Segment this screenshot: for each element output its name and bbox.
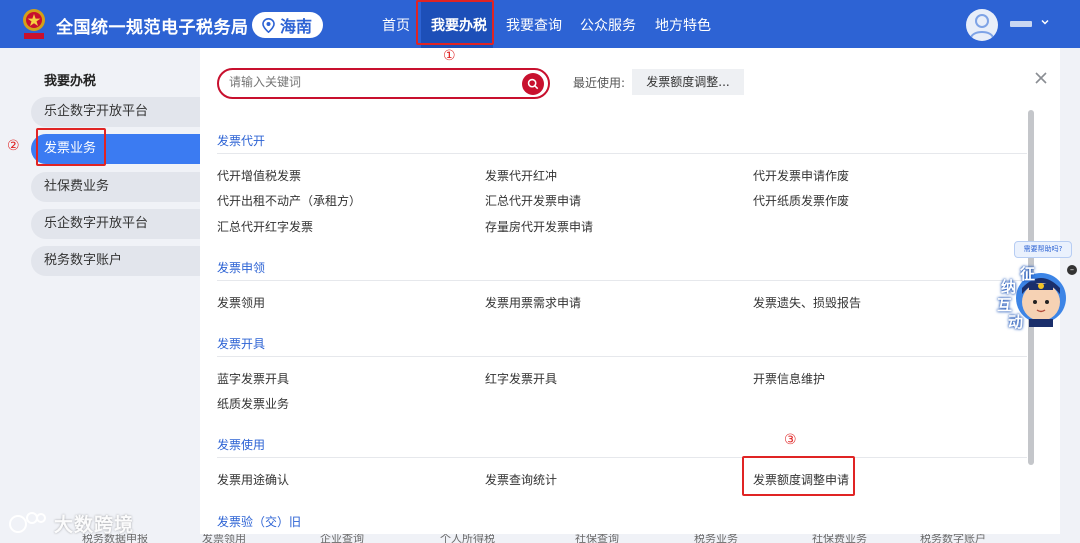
menu-panel: 最近使用: 发票额度调整... 发票代开 代开增值税发票 发票代开红冲 代开发票…: [200, 48, 1060, 543]
bg-text: 发票领用: [202, 534, 246, 543]
location-pin-icon: [262, 17, 275, 33]
section-title-invoice-issue: 发票开具: [217, 337, 266, 351]
annotation-box-nav: [416, 0, 494, 45]
link-invoice-purpose[interactable]: 发票用途确认: [217, 471, 289, 488]
link-red-invoice[interactable]: 红字发票开具: [485, 370, 557, 387]
search-button[interactable]: [522, 73, 544, 95]
search-input[interactable]: [229, 75, 519, 89]
link-invoice-demand[interactable]: 发票用票需求申请: [485, 294, 581, 311]
link-daikai-void[interactable]: 代开发票申请作废: [753, 167, 849, 184]
bg-text: 企业查询: [320, 534, 364, 543]
recent-label: 最近使用:: [573, 76, 626, 90]
sidebar: 我要办税 乐企数字开放平台 发票业务 社保费业务 乐企数字开放平台 税务数字账户: [0, 48, 200, 543]
bg-text: 税务数字账户: [920, 534, 986, 543]
link-stock-house[interactable]: 存量房代开发票申请: [485, 218, 593, 235]
bg-text: 个人所得税: [440, 534, 495, 543]
link-summary-daikai[interactable]: 汇总代开发票申请: [485, 192, 581, 209]
sidebar-item-social-security[interactable]: 社保费业务: [31, 172, 200, 202]
link-invoice-lost[interactable]: 发票遗失、损毁报告: [753, 294, 861, 311]
annotation-number-3: ③: [784, 432, 797, 448]
annotation-number-2: ②: [7, 138, 20, 154]
annotation-number-1: ①: [443, 48, 456, 64]
sidebar-item-tax-account[interactable]: 税务数字账户: [31, 246, 200, 276]
nav-local-features[interactable]: 地方特色: [655, 15, 711, 35]
nav-inquiry[interactable]: 我要查询: [506, 15, 562, 35]
section-divider: [217, 153, 1027, 154]
assistant-close-icon[interactable]: –: [1067, 265, 1077, 275]
sidebar-title: 我要办税: [44, 74, 97, 89]
bg-text: 社保费业务: [812, 534, 867, 543]
section-divider: [217, 457, 1027, 458]
link-summary-red[interactable]: 汇总代开红字发票: [217, 218, 313, 235]
link-invoice-query[interactable]: 发票查询统计: [485, 471, 557, 488]
nav-public-service[interactable]: 公众服务: [580, 15, 636, 35]
watermark-logo-icon: [9, 512, 46, 533]
site-title[interactable]: 全国统一规范电子税务局: [56, 13, 249, 38]
sidebar-item-leqi-platform-2[interactable]: 乐企数字开放平台: [31, 209, 200, 239]
section-title-invoice-use: 发票使用: [217, 438, 266, 452]
link-daikai-vat[interactable]: 代开增值税发票: [217, 167, 301, 184]
region-selector[interactable]: 海南: [252, 12, 323, 38]
bg-text: 社保查询: [575, 534, 619, 543]
section-title-invoice-issuing-agent: 发票代开: [217, 134, 266, 148]
background-strip: 税务数据申报 发票领用 企业查询 个人所得税 社保查询 税务业务 社保费业务 税…: [0, 534, 1080, 543]
close-icon[interactable]: [1033, 70, 1049, 86]
section-title-invoice-verify: 发票验（交）旧: [217, 515, 302, 529]
section-title-invoice-apply: 发票申领: [217, 261, 266, 275]
top-header: 全国统一规范电子税务局 海南 首页 我要办税 我要查询 公众服务 地方特色: [0, 0, 1080, 48]
annotation-box-quota: [742, 456, 855, 496]
search-box[interactable]: [217, 68, 550, 99]
watermark-text: 大数跨境: [54, 513, 135, 536]
link-daikai-rental[interactable]: 代开出租不动产（承租方）: [217, 192, 361, 209]
nav-home[interactable]: 首页: [382, 15, 410, 35]
bg-text: 税务业务: [694, 534, 738, 543]
watermark: 大数跨境: [8, 508, 134, 538]
assistant-char-4: 动: [1008, 313, 1024, 331]
link-daikai-paper-void[interactable]: 代开纸质发票作废: [753, 192, 849, 209]
section-divider: [217, 356, 1027, 357]
link-daikai-red[interactable]: 发票代开红冲: [485, 167, 557, 184]
assistant-char-1: 征: [1020, 265, 1036, 283]
region-label: 海南: [280, 17, 313, 36]
link-blue-invoice[interactable]: 蓝字发票开具: [217, 370, 289, 387]
user-name-redacted[interactable]: [1010, 21, 1032, 27]
link-invoice-info[interactable]: 开票信息维护: [753, 370, 825, 387]
link-paper-invoice[interactable]: 纸质发票业务: [217, 395, 289, 412]
sidebar-item-leqi-platform[interactable]: 乐企数字开放平台: [31, 97, 200, 127]
annotation-box-sidebar: [36, 128, 106, 166]
section-divider: [217, 280, 1027, 281]
tax-emblem-icon: [18, 6, 50, 42]
assistant-bubble[interactable]: 需要帮助吗?: [1014, 241, 1072, 258]
recent-item-chip[interactable]: 发票额度调整...: [632, 69, 744, 95]
link-invoice-claim[interactable]: 发票领用: [217, 294, 265, 311]
search-icon: [527, 78, 539, 90]
user-avatar-icon[interactable]: [966, 9, 998, 41]
chevron-down-icon[interactable]: [1040, 17, 1050, 30]
